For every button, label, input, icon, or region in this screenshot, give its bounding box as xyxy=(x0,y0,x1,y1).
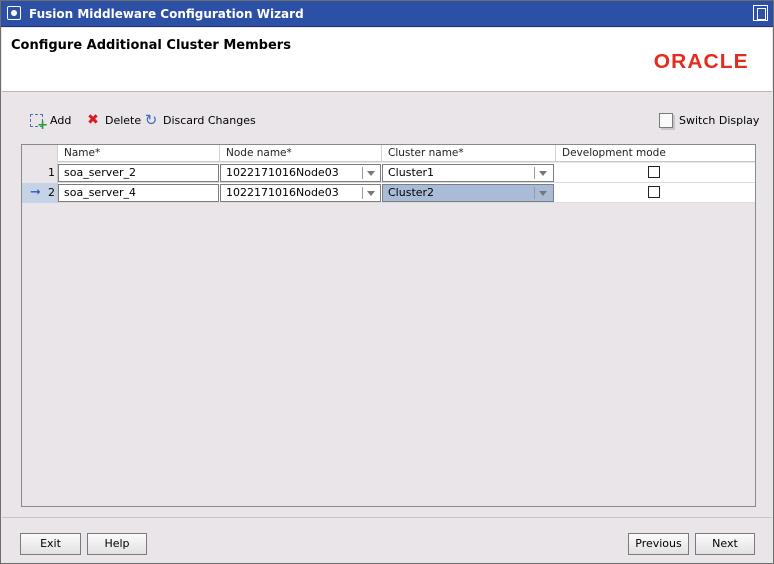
row-number: ➞ 2 xyxy=(22,183,58,203)
help-button[interactable]: Help xyxy=(87,533,147,555)
cluster-name-dropdown[interactable]: Cluster2 xyxy=(382,184,554,202)
next-button[interactable]: Next xyxy=(695,533,755,555)
switch-display-label: Switch Display xyxy=(679,113,760,127)
row-number: 1 xyxy=(22,163,58,183)
oracle-logo: ORACLE xyxy=(653,51,749,73)
wizard-window: Fusion Middleware Configuration Wizard C… xyxy=(0,0,774,564)
name-field[interactable]: soa_server_4 xyxy=(58,184,219,202)
node-name-dropdown[interactable]: 1022171016Node03 xyxy=(220,164,381,182)
development-mode-checkbox[interactable] xyxy=(648,186,660,198)
row-number-text: 2 xyxy=(48,186,55,199)
column-header-name[interactable]: Name* xyxy=(58,145,220,162)
dropdown-separator xyxy=(534,187,535,199)
delete-icon: ✖ xyxy=(87,112,99,128)
window-title: Fusion Middleware Configuration Wizard xyxy=(29,7,304,21)
row-number-header xyxy=(22,145,58,162)
dropdown-separator xyxy=(534,167,535,179)
node-name-value: 1022171016Node03 xyxy=(226,166,339,179)
development-mode-checkbox[interactable] xyxy=(648,166,660,178)
chevron-down-icon[interactable] xyxy=(539,191,547,196)
cluster-name-value: Cluster1 xyxy=(388,166,435,179)
switch-display-button[interactable]: Switch Display xyxy=(659,111,759,129)
discard-changes-button[interactable]: ↻ Discard Changes xyxy=(143,111,256,129)
cluster-name-value: Cluster2 xyxy=(388,186,435,199)
chevron-down-icon[interactable] xyxy=(367,171,375,176)
node-name-dropdown[interactable]: 1022171016Node03 xyxy=(220,184,381,202)
chevron-down-icon[interactable] xyxy=(539,171,547,176)
exit-button[interactable]: Exit xyxy=(20,533,81,555)
document-icon xyxy=(659,112,673,128)
toolbar: Add ✖ Delete ↻ Discard Changes Switch Di… xyxy=(1,109,773,133)
maximize-button[interactable] xyxy=(753,5,768,21)
cluster-members-table: Name* Node name* Cluster name* Developme… xyxy=(21,144,756,507)
delete-button[interactable]: ✖ Delete xyxy=(85,111,141,129)
add-row-icon xyxy=(30,114,48,133)
column-header-development-mode[interactable]: Development mode xyxy=(556,145,755,162)
table-row[interactable]: 1 soa_server_2 1022171016Node03 Cluster1 xyxy=(22,163,755,183)
column-header-node-name[interactable]: Node name* xyxy=(220,145,382,162)
footer-divider xyxy=(2,517,772,518)
page-title: Configure Additional Cluster Members xyxy=(11,38,291,53)
previous-button[interactable]: Previous xyxy=(628,533,689,555)
node-name-value: 1022171016Node03 xyxy=(226,186,339,199)
chevron-down-icon[interactable] xyxy=(367,191,375,196)
right-arrow-icon: ➞ xyxy=(30,185,41,200)
row-number-text: 1 xyxy=(48,166,55,179)
cluster-name-dropdown[interactable]: Cluster1 xyxy=(382,164,554,182)
undo-icon: ↻ xyxy=(144,111,158,129)
title-bar[interactable]: Fusion Middleware Configuration Wizard xyxy=(1,1,773,27)
dropdown-separator xyxy=(362,167,363,179)
discard-label: Discard Changes xyxy=(163,113,256,127)
add-button[interactable]: Add xyxy=(30,111,72,133)
column-header-cluster-name[interactable]: Cluster name* xyxy=(382,145,556,162)
name-field[interactable]: soa_server_2 xyxy=(58,164,219,182)
page-header: Configure Additional Cluster Members ORA… xyxy=(2,28,772,92)
table-header: Name* Node name* Cluster name* Developme… xyxy=(22,145,755,162)
window-icon[interactable] xyxy=(7,6,21,20)
add-label: Add xyxy=(50,113,72,127)
dropdown-separator xyxy=(362,187,363,199)
table-row[interactable]: ➞ 2 soa_server_4 1022171016Node03 Cluste… xyxy=(22,183,755,203)
delete-label: Delete xyxy=(105,113,142,127)
